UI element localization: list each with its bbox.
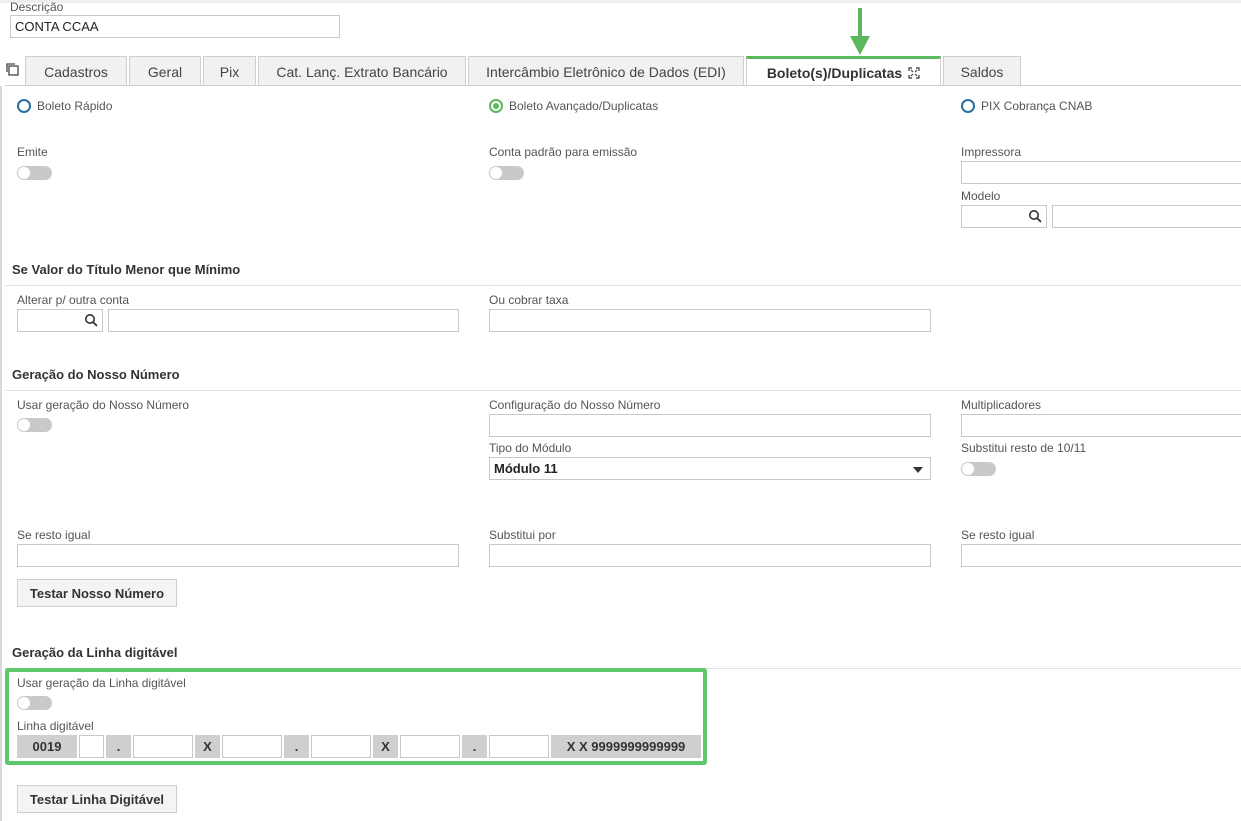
linha-digitavel-label: Linha digitável	[17, 719, 94, 733]
linha-field-6[interactable]	[489, 735, 549, 758]
tipo-modulo-value: Módulo 11	[494, 461, 558, 476]
radio-boleto-avancado-label: Boleto Avançado/Duplicatas	[509, 99, 659, 113]
impressora-label: Impressora	[961, 145, 1022, 159]
se-resto-igual-2-input[interactable]	[961, 544, 1241, 567]
alterar-conta-label: Alterar p/ outra conta	[17, 293, 130, 307]
modelo-label: Modelo	[961, 189, 1001, 203]
linha-field-1[interactable]	[79, 735, 104, 758]
tab-pix[interactable]: Pix	[203, 56, 256, 86]
descricao-label: Descrição	[10, 0, 64, 14]
configuracao-label: Configuração do Nosso Número	[489, 398, 661, 412]
linha-field-2[interactable]	[133, 735, 193, 758]
substitui-por-label: Substitui por	[489, 528, 556, 542]
conta-padrao-label: Conta padrão para emissão	[489, 145, 638, 159]
tab-edi[interactable]: Intercâmbio Eletrônico de Dados (EDI)	[468, 56, 744, 86]
linha-dot-1: .	[106, 735, 131, 758]
nosso-numero-section-title: Geração do Nosso Número	[12, 367, 180, 382]
section-divider	[5, 390, 1241, 391]
tipo-modulo-select[interactable]: Módulo 11	[489, 457, 931, 480]
descricao-input[interactable]: CONTA CCAA	[10, 15, 340, 38]
impressora-input[interactable]	[961, 161, 1241, 184]
linha-final-segment: X X 9999999999999	[551, 735, 701, 758]
radio-boleto-rapido[interactable]	[17, 99, 31, 113]
left-border	[0, 86, 2, 821]
radio-pix-cobranca-label: PIX Cobrança CNAB	[981, 99, 1093, 113]
testar-nosso-numero-button[interactable]: Testar Nosso Número	[17, 579, 177, 607]
modelo-code-input[interactable]	[961, 205, 1047, 228]
configuracao-input[interactable]	[489, 414, 931, 437]
linha-dot-3: .	[462, 735, 487, 758]
usar-linha-toggle[interactable]	[17, 696, 52, 710]
tab-cat-lanc[interactable]: Cat. Lanç. Extrato Bancário	[258, 56, 466, 86]
minimo-section-title: Se Valor do Título Menor que Mínimo	[12, 262, 241, 277]
tab-boletos-label: Boleto(s)/Duplicatas	[766, 64, 903, 81]
linha-field-3[interactable]	[222, 735, 282, 758]
linha-field-5[interactable]	[400, 735, 460, 758]
emite-label: Emite	[17, 145, 48, 159]
expand-icon[interactable]	[908, 66, 920, 79]
usar-nosso-numero-toggle[interactable]	[17, 418, 52, 432]
copy-icon[interactable]	[5, 62, 20, 77]
radio-boleto-rapido-label: Boleto Rápido	[37, 99, 113, 113]
search-icon[interactable]	[1028, 209, 1042, 223]
search-icon[interactable]	[84, 313, 98, 327]
linha-dot-2: .	[284, 735, 309, 758]
usar-nosso-numero-label: Usar geração do Nosso Número	[17, 398, 190, 412]
se-resto-igual-label: Se resto igual	[17, 528, 91, 542]
tab-boletos[interactable]: Boleto(s)/Duplicatas	[746, 56, 941, 86]
emite-toggle[interactable]	[17, 166, 52, 180]
alterar-conta-code-input[interactable]	[17, 309, 103, 332]
tabs-divider	[5, 85, 1241, 86]
multiplicadores-label: Multiplicadores	[961, 398, 1042, 412]
tab-geral[interactable]: Geral	[129, 56, 201, 86]
arrow-down-icon	[850, 8, 870, 55]
radio-boleto-avancado[interactable]	[489, 99, 503, 113]
substitui-resto-label: Substitui resto de 10/11	[961, 441, 1087, 455]
radio-pix-cobranca[interactable]	[961, 99, 975, 113]
se-resto-igual-input[interactable]	[17, 544, 459, 567]
tab-cadastros[interactable]: Cadastros	[25, 56, 127, 86]
multiplicadores-input[interactable]	[961, 414, 1241, 437]
linha-section-title: Geração da Linha digitável	[12, 645, 178, 660]
linha-banco-segment: 0019	[17, 735, 77, 758]
conta-padrao-toggle[interactable]	[489, 166, 524, 180]
se-resto-igual-2-label: Se resto igual	[961, 528, 1035, 542]
tipo-modulo-label: Tipo do Módulo	[489, 441, 572, 455]
linha-x-2: X	[373, 735, 398, 758]
substitui-por-input[interactable]	[489, 544, 931, 567]
linha-x-1: X	[195, 735, 220, 758]
tab-saldos[interactable]: Saldos	[943, 56, 1021, 86]
chevron-down-icon	[913, 467, 923, 473]
substitui-resto-toggle[interactable]	[961, 462, 996, 476]
linha-field-4[interactable]	[311, 735, 371, 758]
usar-linha-label: Usar geração da Linha digitável	[17, 676, 186, 690]
testar-linha-button[interactable]: Testar Linha Digitável	[17, 785, 177, 813]
cobrar-taxa-label: Ou cobrar taxa	[489, 293, 569, 307]
top-border	[0, 0, 1241, 3]
section-divider	[5, 285, 1241, 286]
cobrar-taxa-input[interactable]	[489, 309, 931, 332]
alterar-conta-desc-input[interactable]	[108, 309, 459, 332]
modelo-desc-input[interactable]	[1052, 205, 1241, 228]
